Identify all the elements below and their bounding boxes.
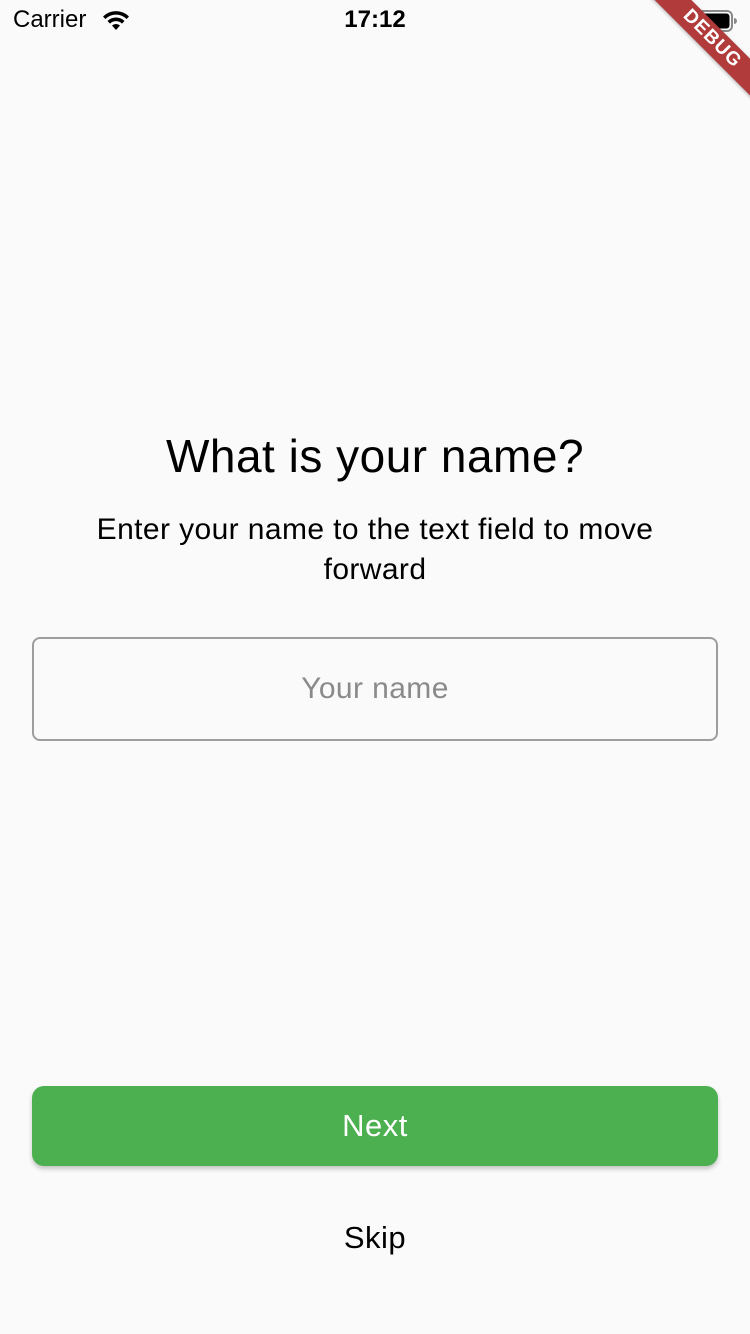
page-title: What is your name? [165,430,585,482]
name-input[interactable] [32,637,718,741]
page-subtitle: Enter your name to the text field to mov… [96,513,654,586]
status-time: 17:12 [344,6,406,33]
status-bar: Carrier 17:12 [0,0,750,40]
next-button[interactable]: Next [32,1086,718,1166]
onboarding-name-screen: Carrier 17:12 DEBUG What is your name? E… [0,0,750,1334]
skip-button[interactable]: Skip [300,1210,450,1266]
